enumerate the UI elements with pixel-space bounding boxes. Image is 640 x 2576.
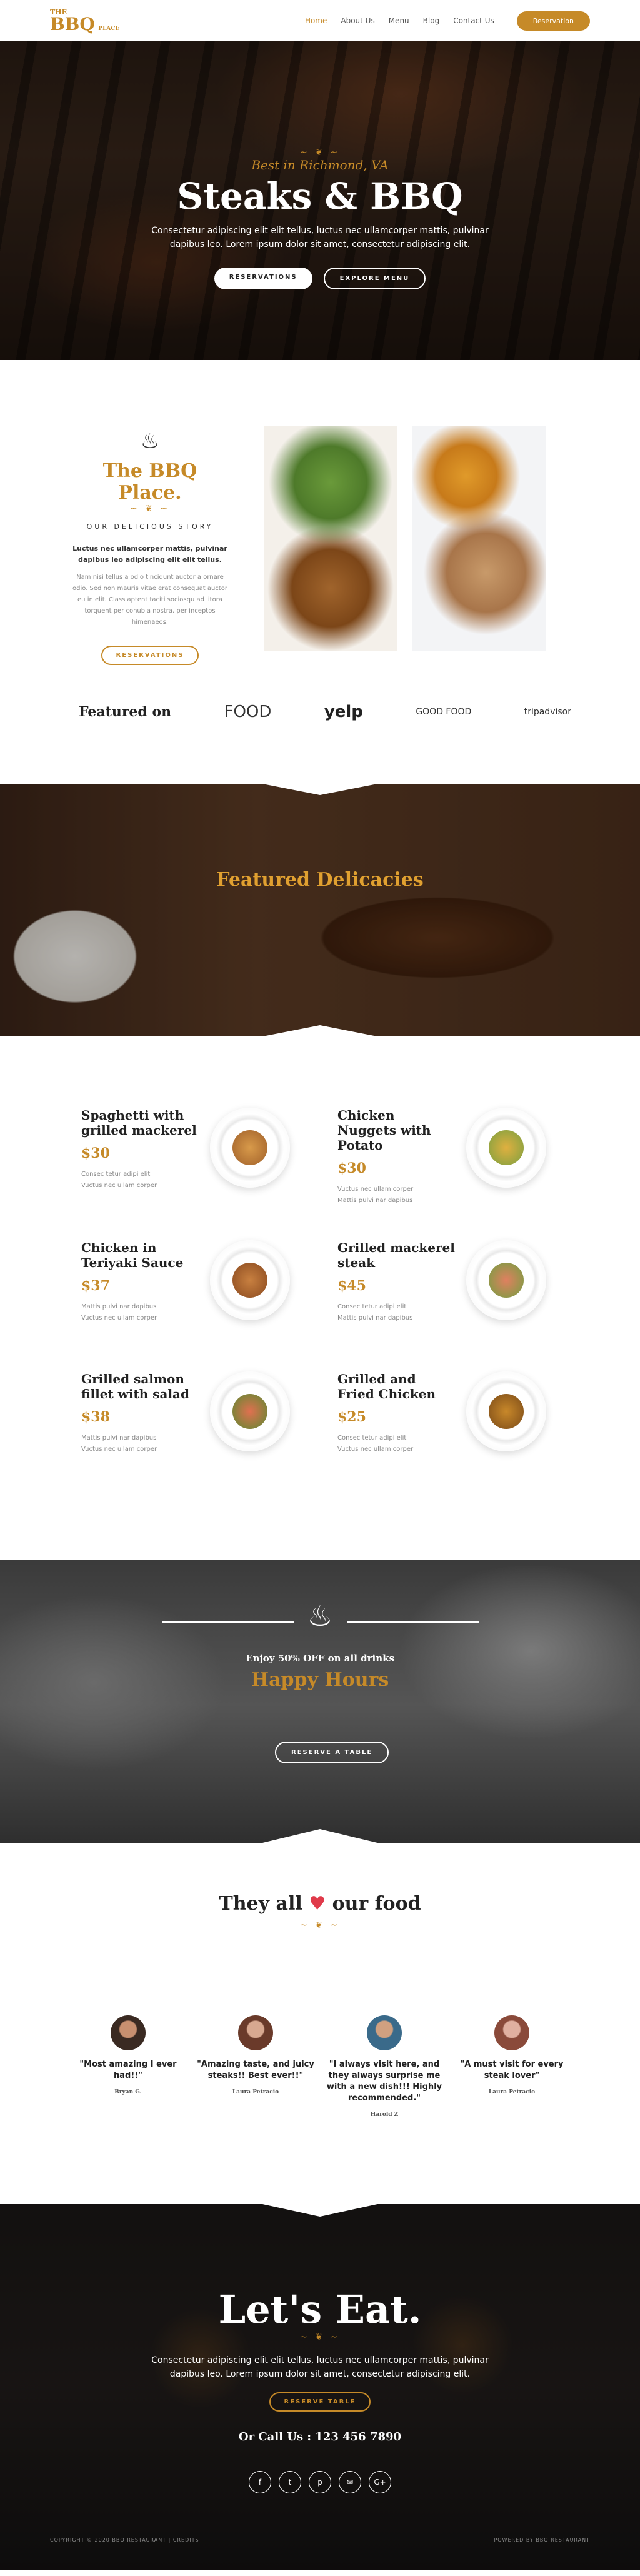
menu-item[interactable]: Grilled mackerel steak $45 Consec tetur … <box>338 1240 562 1340</box>
section-divider <box>0 1025 640 1045</box>
hero-subtitle: Best in Richmond, VA <box>251 158 389 173</box>
avatar <box>367 2015 402 2050</box>
hero-title: Steaks & BBQ <box>177 175 463 218</box>
section-divider <box>0 775 640 795</box>
testimonial-card: "A must visit for every steak lover" Lau… <box>452 2015 571 2095</box>
food-logo: FOOD <box>224 703 272 721</box>
dish-plate <box>210 1240 290 1320</box>
happy-offer: Enjoy 50% OFF on all drinks <box>246 1653 394 1664</box>
phone-number[interactable]: Or Call Us : 123 456 7890 <box>0 2430 640 2443</box>
copyright-bar: COPYRIGHT © 2020 BBQ RESTAURANT | CREDIT… <box>50 2537 590 2543</box>
footer-text: Consectetur adipiscing elit elit tellus,… <box>151 2355 489 2379</box>
dish-plate <box>466 1371 546 1451</box>
top-nav: THE BBQ PLACE Home About Us Menu Blog Co… <box>0 0 640 41</box>
hero-text: Consectetur adipiscing elit elit tellus,… <box>151 226 489 249</box>
dish-plate <box>466 1240 546 1320</box>
google-plus-icon[interactable]: G+ <box>369 2471 391 2493</box>
menu-item[interactable]: Chicken in Teriyaki Sauce $37 Mattis pul… <box>81 1240 306 1340</box>
about-title: The BBQ Place. <box>102 460 198 504</box>
about-reservations-button[interactable]: RESERVATIONS <box>101 646 199 665</box>
social-links: f t p ✉ G+ <box>0 2471 640 2493</box>
testimonial-card: "I always visit here, and they always su… <box>325 2015 444 2118</box>
reserve-table-button[interactable]: RESERVE A TABLE <box>275 1742 389 1763</box>
flourish-icon: ~ ❦ ~ <box>299 2332 341 2342</box>
dish-plate <box>466 1108 546 1188</box>
testimonial-card: "Amazing taste, and juicy steaks!! Best … <box>196 2015 315 2095</box>
food-photo-salad <box>264 426 398 651</box>
nav-about[interactable]: About Us <box>341 16 374 25</box>
nav-home[interactable]: Home <box>305 16 327 25</box>
grill-icon: ♨ <box>140 429 160 454</box>
featured-on: Featured on FOOD yelp GOOD FOOD tripadvi… <box>79 703 571 721</box>
section-divider <box>0 1558 640 1560</box>
heart-icon: ♥ <box>309 1893 326 1915</box>
testimonials-title: They all ♥ our food <box>219 1893 421 1915</box>
section-divider <box>0 2195 640 2217</box>
main-menu: Home About Us Menu Blog Contact Us Reser… <box>305 11 590 31</box>
happy-hours-section: ♨ Enjoy 50% OFF on all drinks Happy Hour… <box>0 1558 640 1852</box>
hero-content: ~ ❦ ~ Best in Richmond, VA Steaks & BBQ … <box>0 148 640 289</box>
footer-section: Let's Eat. ~ ❦ ~ Consectetur adipiscing … <box>0 2195 640 2570</box>
yelp-logo: yelp <box>324 703 363 721</box>
about-story-label: OUR DELICIOUS STORY <box>86 523 214 531</box>
footer-reserve-button[interactable]: RESERVE TABLE <box>269 2392 371 2412</box>
testimonial-card: "Most amazing I ever had!!" Bryan G. <box>69 2015 188 2095</box>
nav-contact[interactable]: Contact Us <box>453 16 494 25</box>
nav-blog[interactable]: Blog <box>423 16 440 25</box>
nav-menu[interactable]: Menu <box>389 16 409 25</box>
menu-item[interactable]: Chicken Nuggets with Potato $30 Vuctus n… <box>338 1108 562 1208</box>
happy-title: Happy Hours <box>251 1669 389 1691</box>
section-divider <box>0 1829 640 1852</box>
menu-item[interactable]: Grilled salmon fillet with salad $38 Mat… <box>81 1371 306 1471</box>
about-bold-text: Luctus nec ullamcorper mattis, pulvinar … <box>72 544 228 564</box>
section-divider <box>0 360 640 385</box>
dish-plate <box>210 1108 290 1188</box>
avatar <box>494 2015 529 2050</box>
avatar <box>238 2015 273 2050</box>
flourish-icon: ~ ❦ ~ <box>299 148 341 158</box>
delicacies-banner: Featured Delicacies <box>0 775 640 1045</box>
grill-icon: ♨ <box>307 1599 333 1633</box>
dish-plate <box>210 1371 290 1451</box>
goodfood-logo: GOOD FOOD <box>416 707 472 717</box>
menu-item[interactable]: Spaghetti with grilled mackerel $30 Cons… <box>81 1108 306 1208</box>
tripadvisor-logo: tripadvisor <box>524 707 571 717</box>
about-text: Nam nisi tellus a odio tincidunt auctor … <box>72 574 228 626</box>
logo[interactable]: THE BBQ PLACE <box>50 9 119 33</box>
avatar <box>111 2015 146 2050</box>
flourish-icon: ~ ❦ ~ <box>129 504 171 514</box>
food-photo-lamb <box>412 426 546 651</box>
hero-section: THE BBQ PLACE Home About Us Menu Blog Co… <box>0 0 640 385</box>
email-icon[interactable]: ✉ <box>339 2471 361 2493</box>
menu-section: Spaghetti with grilled mackerel $30 Cons… <box>0 1045 640 1558</box>
testimonials-section: They all ♥ our food ~ ❦ ~ "Most amazing … <box>0 1852 640 2195</box>
footer-title: Let's Eat. <box>218 2287 422 2332</box>
facebook-icon[interactable]: f <box>249 2471 271 2493</box>
hero-reservations-button[interactable]: RESERVATIONS <box>214 268 312 289</box>
pinterest-icon[interactable]: p <box>309 2471 331 2493</box>
reservation-button[interactable]: Reservation <box>516 11 590 31</box>
twitter-icon[interactable]: t <box>279 2471 301 2493</box>
delicacies-title: Featured Delicacies <box>216 869 424 891</box>
flourish-icon: ~ ❦ ~ <box>299 1920 341 1930</box>
menu-item[interactable]: Grilled and Fried Chicken $25 Consec tet… <box>338 1371 562 1471</box>
explore-menu-button[interactable]: EXPLORE MENU <box>323 268 426 289</box>
about-section: ♨ The BBQ Place. ~ ❦ ~ OUR DELICIOUS STO… <box>0 385 640 721</box>
